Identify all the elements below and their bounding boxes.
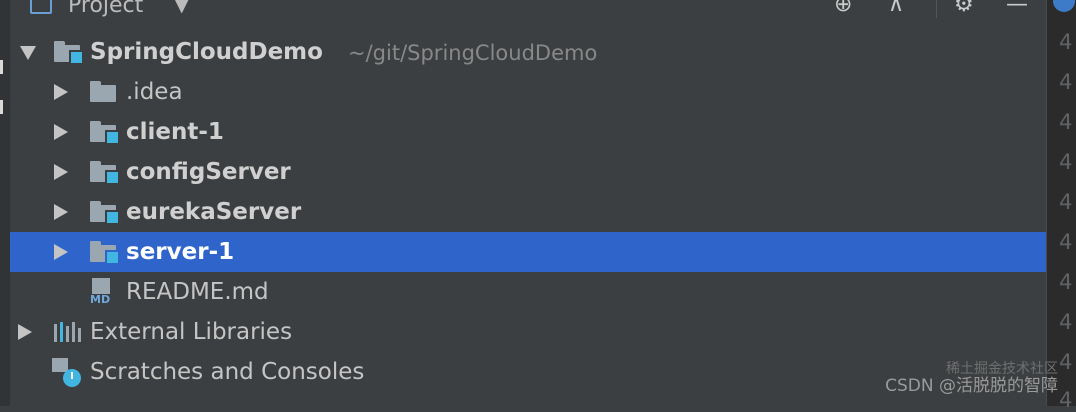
module-folder-icon [54, 41, 84, 65]
tree-root-row[interactable]: SpringCloudDemo ~/git/SpringCloudDemo [10, 32, 1046, 72]
tree-item-label: SpringCloudDemo [90, 39, 323, 65]
tree-item-label: eurekaServer [126, 199, 302, 225]
module-folder-icon [90, 201, 120, 225]
line-number: 4 [1059, 30, 1073, 54]
panel-title[interactable]: Project [68, 0, 143, 18]
collapse-arrow-icon[interactable] [54, 204, 68, 220]
hide-icon[interactable]: — [1006, 0, 1028, 17]
collapse-arrow-icon[interactable] [54, 164, 68, 180]
collapse-arrow-icon[interactable] [54, 124, 68, 140]
tree-item-eurekaserver[interactable]: eurekaServer [10, 192, 1046, 232]
line-number: 4 [1059, 388, 1073, 412]
line-number: 4 [1059, 270, 1073, 294]
module-folder-icon [90, 241, 120, 265]
tree-item-label: client-1 [126, 119, 224, 145]
collapse-arrow-icon[interactable] [18, 324, 32, 340]
collapse-icon[interactable]: ⊼ [888, 0, 904, 17]
tree-item-readme[interactable]: MD README.md [10, 272, 1046, 312]
project-panel-header: Project ▼ ⊕ ⊼ ⚙ — [10, 0, 1046, 22]
strip-marker [0, 60, 3, 74]
tree-item-configserver[interactable]: configServer [10, 152, 1046, 192]
module-folder-icon [90, 161, 120, 185]
line-number: 4 [1059, 350, 1073, 374]
tree-item-label: server-1 [126, 239, 235, 265]
watermark: CSDN @活脱脱的智障 [885, 376, 1058, 396]
tree-item-label: Scratches and Consoles [90, 359, 365, 385]
collapse-arrow-icon[interactable] [54, 84, 68, 100]
scratch-console-icon [52, 358, 82, 388]
editor-gutter: 4 4 4 4 4 4 4 4 4 4 [1046, 0, 1076, 412]
line-number: 4 [1059, 150, 1073, 174]
chevron-down-icon[interactable]: ▼ [174, 0, 189, 16]
tree-item-client-1[interactable]: client-1 [10, 112, 1046, 152]
folder-icon [90, 81, 116, 102]
project-path: ~/git/SpringCloudDemo [348, 41, 598, 65]
tree-item-label: README.md [126, 279, 269, 305]
strip-marker [0, 100, 3, 114]
tree-item-idea[interactable]: .idea [10, 72, 1046, 112]
line-number: 4 [1059, 230, 1073, 254]
line-number: 4 [1059, 110, 1073, 134]
module-folder-icon [90, 121, 120, 145]
header-divider [936, 0, 937, 18]
left-tool-strip [0, 0, 10, 406]
line-number: 4 [1059, 310, 1073, 334]
tree-item-label: External Libraries [90, 319, 293, 345]
editor-tab-icon [1053, 0, 1075, 12]
tree-item-external-libraries[interactable]: External Libraries [10, 312, 1046, 352]
tree-item-label: configServer [126, 159, 291, 185]
expand-arrow-icon[interactable] [20, 46, 36, 60]
line-number: 4 [1059, 190, 1073, 214]
tree-item-label: .idea [126, 79, 183, 105]
gear-icon[interactable]: ⚙ [954, 0, 974, 17]
project-view-icon[interactable] [30, 0, 52, 14]
tree-item-server-1[interactable]: server-1 [10, 232, 1046, 272]
collapse-arrow-icon[interactable] [54, 244, 68, 260]
locate-icon[interactable]: ⊕ [834, 0, 852, 17]
library-icon [54, 322, 82, 342]
line-number: 4 [1059, 70, 1073, 94]
markdown-file-icon: MD [90, 278, 114, 306]
